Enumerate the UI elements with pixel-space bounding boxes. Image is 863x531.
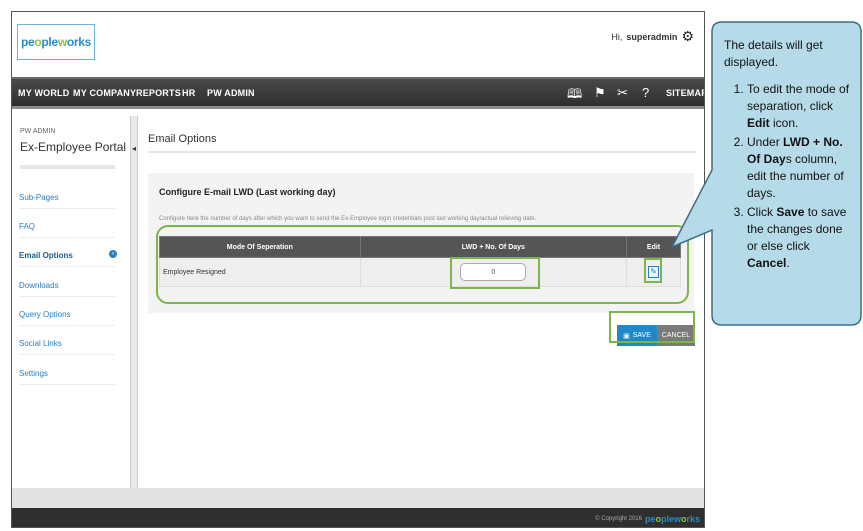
sidebar-splitter[interactable]: ◂	[130, 116, 138, 488]
main-nav: MY WORLD MY COMPANY REPORTS HR PW ADMIN …	[12, 77, 704, 109]
sidebar: PW ADMIN Ex-Employee Portal Sub-Pages FA…	[12, 116, 130, 488]
collapse-arrow-icon[interactable]: ◂	[132, 144, 136, 153]
book-icon[interactable]: 🕮	[567, 85, 582, 107]
sidebar-item-email-options[interactable]: Email Options ›	[19, 250, 117, 267]
callout-intro: The details will get displayed.	[724, 38, 823, 69]
copyright-text: © Copyright 2016	[595, 516, 642, 522]
top-bar: pe o ple w o rks Hi, superadmin ⚙	[12, 12, 704, 77]
callout-step-2: Under LWD + No. Of Days column, edit the…	[747, 134, 852, 202]
sidebar-item-downloads[interactable]: Downloads	[19, 281, 115, 297]
sidebar-item-settings[interactable]: Settings	[19, 369, 115, 385]
nav-my-world[interactable]: MY WORLD	[18, 88, 69, 98]
chevron-right-icon: ›	[109, 250, 117, 258]
config-title: Configure E-mail LWD (Last working day)	[159, 187, 336, 197]
tools-icon[interactable]: ✂	[617, 85, 628, 101]
edit-highlight	[644, 258, 662, 283]
sidebar-item-sub-pages[interactable]: Sub-Pages	[19, 193, 115, 209]
instruction-callout: The details will get displayed. To edit …	[724, 37, 852, 274]
page-title: Email Options	[148, 133, 217, 145]
config-description: Configure here the number of days after …	[159, 216, 537, 222]
table-highlight	[156, 225, 689, 304]
flag-icon[interactable]: ⚑	[594, 85, 606, 101]
help-icon[interactable]: ?	[642, 85, 649, 100]
callout-step-3: Click Save to save the changes done or e…	[747, 204, 852, 272]
nav-pw-admin[interactable]: PW ADMIN	[207, 88, 255, 98]
buttons-highlight	[609, 311, 695, 343]
nav-sitemap[interactable]: SITEMAP	[666, 88, 704, 98]
greeting-prefix: Hi,	[611, 31, 623, 42]
input-highlight	[450, 257, 540, 289]
nav-hr[interactable]: HR	[182, 88, 195, 98]
footer-brand: peopleworks	[644, 514, 700, 524]
callout-step-1: To edit the mode of separation, click Ed…	[747, 81, 852, 132]
sidebar-subtitle: PW ADMIN	[20, 128, 56, 135]
sidebar-item-social-links[interactable]: Social Links	[19, 339, 115, 355]
sidebar-item-faq[interactable]: FAQ	[19, 222, 115, 238]
nav-my-company[interactable]: MY COMPANY	[73, 88, 136, 98]
copyright: © Copyright 2016 peopleworks	[595, 514, 700, 524]
callout-steps: To edit the mode of separation, click Ed…	[724, 81, 852, 272]
peopleworks-logo[interactable]: pe o ple w o rks	[17, 24, 95, 60]
nav-reports[interactable]: REPORTS	[136, 88, 181, 98]
title-divider	[148, 151, 696, 153]
sidebar-item-label: Email Options	[19, 251, 73, 260]
sidebar-item-query-options[interactable]: Query Options	[19, 310, 115, 326]
footer-strip	[12, 488, 704, 508]
username: superadmin	[626, 31, 678, 42]
sidebar-title: Ex-Employee Portal	[20, 140, 127, 154]
gear-icon[interactable]: ⚙	[681, 28, 694, 45]
footer: © Copyright 2016 peopleworks	[12, 508, 704, 527]
sidebar-divider	[20, 165, 115, 169]
user-greeting: Hi, superadmin ⚙	[611, 28, 694, 45]
